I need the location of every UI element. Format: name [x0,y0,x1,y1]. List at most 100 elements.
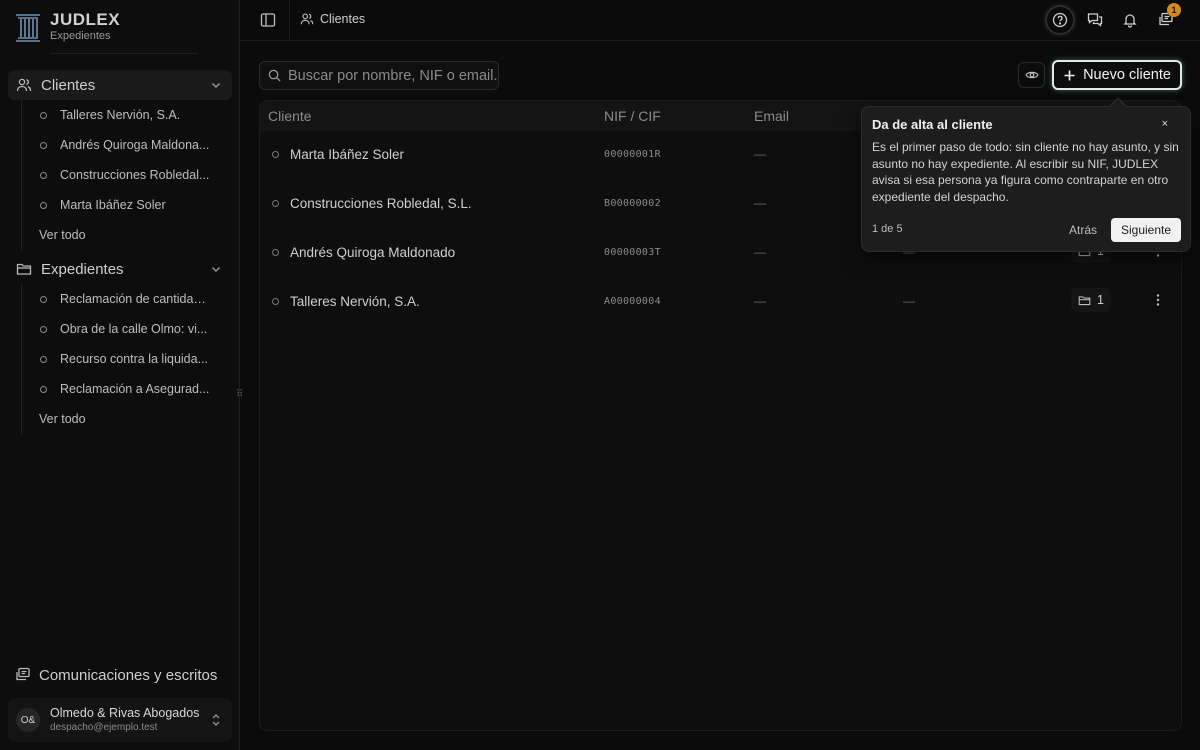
search-input[interactable] [288,67,498,84]
client-name[interactable]: Talleres Nervión, S.A. [290,294,420,309]
client-nif: B00000002 [604,198,661,209]
tour-next-button[interactable]: Siguiente [1111,218,1181,242]
topbar-separator [289,0,290,40]
sidebar-case-item[interactable]: Reclamación a Asegurad... [22,374,221,404]
sidebar-group-clients[interactable]: Clientes [8,70,232,100]
users-icon [16,78,32,92]
toggle-visibility-button[interactable] [1018,62,1045,88]
column-logo-icon [16,14,40,42]
sidebar-client-item[interactable]: Marta Ibáñez Soler [22,190,221,220]
circle-icon [272,151,279,158]
sidebar-group-label: Clientes [41,76,96,94]
client-email: — [754,245,766,259]
cases-see-all-link[interactable]: Ver todo [22,404,221,434]
client-name[interactable]: Andrés Quiroga Maldonado [290,245,455,260]
circle-icon [40,355,47,363]
tour-body: Es el primer paso de todo: sin cliente n… [872,140,1179,204]
client-phone: — [903,294,915,308]
client-cases-count: 1 [1097,293,1104,307]
new-client-label: Nuevo cliente [1083,67,1171,83]
avatar: O& [16,708,40,732]
tour-title: Da de alta al cliente [872,117,993,132]
clients-subnav: Talleres Nervión, S.A. Andrés Quiroga Ma… [21,100,221,250]
eye-icon [1024,71,1039,79]
column-header-nif[interactable]: NIF / CIF [604,108,661,124]
plus-icon [1064,70,1075,80]
sidebar-client-item[interactable]: Talleres Nervión, S.A. [22,100,221,130]
sidebar-resize-handle[interactable]: ⠿ [236,388,243,402]
folder-icon [1078,295,1091,305]
search-box[interactable] [259,61,499,90]
client-email: — [754,147,766,161]
sidebar-toggle-icon[interactable] [260,12,276,28]
circle-icon [40,385,47,393]
circle-icon [40,111,47,119]
app-root: JUDLEX Expedientes Clientes Talleres Ner… [0,0,1200,750]
circle-icon [272,298,279,305]
breadcrumb-current: Clientes [320,12,366,26]
chevron-down-icon[interactable] [210,79,222,91]
brand-name: JUDLEX [50,10,121,29]
client-nif: 00000003T [604,247,661,258]
stacked-documents-icon [16,667,30,681]
brand[interactable]: JUDLEX Expedientes [14,10,120,42]
sidebar-item-label: Obra de la calle Olmo: vi... [60,322,208,336]
circle-icon [272,249,279,256]
clients-see-all-link[interactable]: Ver todo [22,220,221,250]
sidebar-item-label: Construcciones Robledal... [60,168,210,182]
breadcrumb: Clientes [300,12,365,26]
circle-icon [40,141,47,149]
column-header-email[interactable]: Email [754,108,789,124]
chat-bubbles-icon [1087,13,1103,27]
tour-step-counter: 1 de 5 [872,223,903,235]
tour-back-button[interactable]: Atrás [1069,223,1097,237]
column-header-client[interactable]: Cliente [268,108,312,124]
new-client-button[interactable]: Nuevo cliente [1052,60,1182,90]
circle-icon [272,200,279,207]
help-circle-icon [1052,12,1068,28]
account-text: Olmedo & Rivas Abogados despacho@ejemplo… [50,706,199,734]
sidebar-item-communications[interactable]: Comunicaciones y escritos [8,662,232,688]
inbox-button[interactable]: 1 [1151,3,1181,35]
more-vertical-icon[interactable] [1150,292,1166,308]
table-row[interactable]: Talleres Nervión, S.A. A00000004 — — 1 [260,278,1181,327]
help-button[interactable] [1045,5,1075,35]
circle-icon [40,295,47,303]
folder-icon [16,263,32,275]
sidebar-case-item[interactable]: Reclamación de cantidad... [22,284,221,314]
brand-subtitle: Expedientes [50,30,111,42]
messages-button[interactable] [1080,5,1110,35]
sidebar: JUDLEX Expedientes Clientes Talleres Ner… [0,0,243,750]
onboarding-tour-popover: Da de alta al cliente × Es el primer pas… [861,97,1191,252]
account-email: despacho@ejemplo.test [50,722,158,733]
sidebar-item-label: Talleres Nervión, S.A. [60,108,181,122]
search-icon [268,69,281,82]
brand-divider [50,53,198,54]
chevron-down-icon[interactable] [210,263,222,275]
client-nif: 00000001R [604,149,661,160]
circle-icon [40,201,47,209]
sidebar-item-label: Marta Ibáñez Soler [60,198,166,212]
notifications-button[interactable] [1115,5,1145,35]
bell-icon [1123,14,1137,28]
client-name[interactable]: Construcciones Robledal, S.L. [290,196,472,211]
client-cases-button[interactable]: 1 [1071,288,1111,312]
account-switcher[interactable]: O& Olmedo & Rivas Abogados despacho@ejem… [8,698,232,742]
circle-icon [40,325,47,333]
client-name[interactable]: Marta Ibáñez Soler [290,147,404,162]
chevrons-up-down-icon [212,714,220,726]
sidebar-item-label: Reclamación de cantidad... [60,292,210,306]
sidebar-group-cases[interactable]: Expedientes [8,254,232,284]
sidebar-client-item[interactable]: Andrés Quiroga Maldona... [22,130,221,160]
tour-close-button[interactable]: × [1162,118,1168,130]
circle-icon [40,171,47,179]
account-name: Olmedo & Rivas Abogados [50,706,200,720]
sidebar-item-label: Reclamación a Asegurad... [60,382,210,396]
sidebar-group-label: Expedientes [41,260,124,278]
client-email: — [754,196,766,210]
brand-text: JUDLEX Expedientes [50,10,120,42]
sidebar-case-item[interactable]: Recurso contra la liquida... [22,344,221,374]
sidebar-case-item[interactable]: Obra de la calle Olmo: vi... [22,314,221,344]
inbox-badge: 1 [1167,3,1181,17]
sidebar-client-item[interactable]: Construcciones Robledal... [22,160,221,190]
